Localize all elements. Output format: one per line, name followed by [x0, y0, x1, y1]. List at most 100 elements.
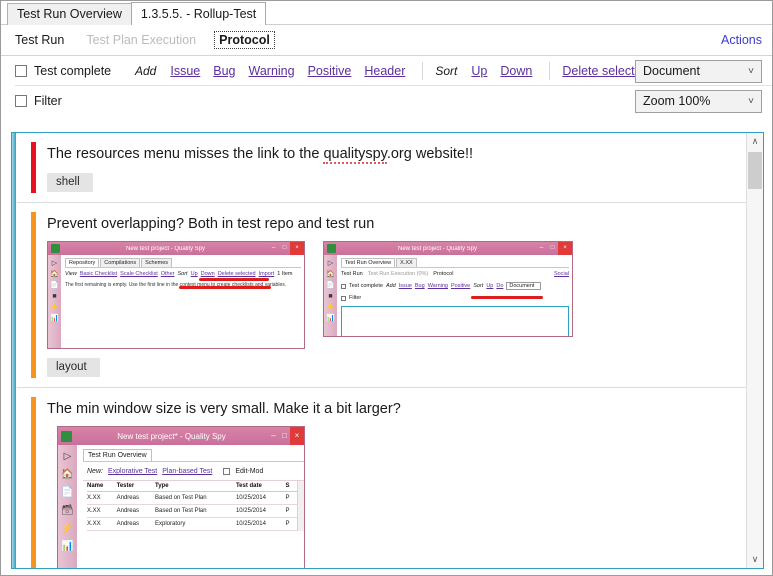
scroll-up-arrow-icon[interactable]: ∧	[747, 133, 763, 150]
column-header-tester[interactable]: Tester	[116, 481, 155, 492]
shot-add-label: Add	[385, 283, 396, 289]
minimize-icon[interactable]: –	[268, 427, 279, 445]
filter-checkbox[interactable]	[15, 95, 27, 107]
shot-view-select[interactable]: Document	[506, 282, 542, 290]
subnav-item-protocol[interactable]: Protocol	[214, 31, 275, 49]
shot-link[interactable]: Issue	[399, 283, 412, 289]
cell-test-date: 10/25/2014	[235, 491, 286, 505]
shot-tab[interactable]: Schemes	[141, 258, 173, 267]
shot-tab[interactable]: Compilations	[100, 258, 141, 267]
add-header-link[interactable]: Header	[364, 64, 405, 78]
document-vertical-scrollbar[interactable]: ∧ ∨	[746, 133, 763, 568]
shot-link[interactable]: Up	[486, 283, 493, 289]
minimize-icon[interactable]: –	[268, 242, 279, 255]
shot-link[interactable]: Plan-based Test	[162, 468, 212, 475]
entry-tag[interactable]: shell	[47, 173, 93, 192]
column-header-status[interactable]: S	[285, 481, 298, 492]
tab-rollup-test[interactable]: 1.3.5.5. - Rollup-Test	[130, 2, 267, 25]
entry-tag[interactable]: layout	[47, 358, 100, 377]
shot-checkbox[interactable]	[341, 283, 346, 289]
shot-checkbox[interactable]	[341, 295, 346, 301]
chart-icon: 📊	[50, 315, 59, 322]
shot-table-scrollbar[interactable]	[297, 481, 304, 531]
shot-main: Test Run Overview X.XX Test Run Test Run…	[337, 255, 572, 336]
scrollbar-thumb[interactable]	[748, 152, 762, 189]
close-icon[interactable]: ×	[290, 427, 304, 445]
shot-link[interactable]: Down	[201, 271, 215, 277]
shot-link[interactable]: Explorative Test	[108, 468, 157, 475]
shot-checkbox[interactable]	[223, 468, 231, 475]
shot-link[interactable]: Warning	[428, 283, 448, 289]
entry-severity-bar	[31, 397, 36, 568]
shot-link[interactable]: Bug	[415, 283, 425, 289]
maximize-icon[interactable]: □	[279, 242, 290, 255]
add-positive-link[interactable]: Positive	[308, 64, 352, 78]
subnav-item-test-run[interactable]: Test Run	[15, 33, 64, 47]
add-issue-link[interactable]: Issue	[170, 64, 200, 78]
actions-link[interactable]: Actions	[721, 33, 762, 47]
cell-status: P	[285, 504, 298, 518]
maximize-icon[interactable]: □	[279, 427, 290, 445]
add-warning-link[interactable]: Warning	[249, 64, 295, 78]
shot-window-title: New test project - Quality Spy	[397, 245, 478, 252]
shot-link[interactable]: Up	[191, 271, 198, 277]
shot-body: ▷ 🏠 📄 ■ ⚡ 📊 Repository Compilations Sche…	[48, 255, 304, 348]
close-icon[interactable]: ×	[558, 242, 572, 255]
play-icon: ▷	[63, 451, 72, 462]
tab-test-run-overview[interactable]: Test Run Overview	[7, 3, 132, 25]
screenshot-min-window[interactable]: New test project* - Quality Spy – □ × ▷ …	[57, 426, 305, 568]
shot-link[interactable]: Import	[259, 271, 275, 277]
scroll-down-arrow-icon[interactable]: ∨	[747, 551, 763, 568]
entry-severity-bar	[31, 142, 36, 193]
close-icon[interactable]: ×	[290, 242, 304, 255]
shot-link[interactable]: Other	[161, 271, 175, 277]
zoom-select[interactable]: Zoom 100% ˅	[635, 90, 762, 113]
shot-tab[interactable]: Test Run Overview	[341, 258, 396, 267]
shot-sidebar: ▷ 🏠 📄 🗃 ⚡ 📊	[58, 445, 77, 568]
entry-severity-bar	[31, 212, 36, 378]
shot-main: Test Run Overview New: Explorative Test …	[77, 445, 304, 568]
entry-screenshot-group: New test project* - Quality Spy – □ × ▷ …	[39, 419, 746, 568]
protocol-entry[interactable]: Prevent overlapping? Both in test repo a…	[17, 203, 746, 388]
sort-up-link[interactable]: Up	[471, 64, 487, 78]
shot-subnav-item[interactable]: Protocol	[433, 271, 453, 277]
table-row[interactable]: X.XX Andreas Based on Test Plan 10/25/20…	[87, 504, 298, 518]
shot-view-label: View	[65, 271, 77, 277]
view-mode-select[interactable]: Document ˅	[635, 60, 762, 83]
test-complete-checkbox-group[interactable]: Test complete	[15, 64, 135, 78]
document-icon: 📄	[50, 282, 59, 289]
maximize-icon[interactable]: □	[547, 242, 558, 255]
shot-tab[interactable]: Repository	[65, 258, 100, 267]
filter-checkbox-group[interactable]: Filter	[15, 94, 135, 108]
shot-link[interactable]: Basic Checklist	[80, 271, 117, 277]
shot-link[interactable]: Delete selected	[218, 271, 256, 277]
protocol-entry[interactable]: The min window size is very small. Make …	[17, 388, 746, 568]
test-complete-checkbox[interactable]	[15, 64, 27, 77]
shot-subnav-item[interactable]: Test Run	[341, 271, 363, 277]
add-bug-link[interactable]: Bug	[213, 64, 235, 78]
column-header-type[interactable]: Type	[154, 481, 236, 492]
sort-down-link[interactable]: Down	[500, 64, 532, 78]
minimize-icon[interactable]: –	[536, 242, 547, 255]
screenshot-protocol-window[interactable]: New test project - Quality Spy – □ × ▷ 🏠	[323, 241, 573, 337]
shot-body: ▷ 🏠 📄 ■ ⚡ 📊 Test Run Overview X.XX Test …	[324, 255, 572, 336]
shot-tab[interactable]: Test Run Overview	[83, 449, 152, 461]
shot-link[interactable]: Scale Checklist	[120, 271, 158, 277]
shot-edit-mode-label: Edit-Mod	[235, 468, 264, 475]
column-header-name[interactable]: Name	[87, 481, 117, 492]
home-icon: 🏠	[326, 271, 335, 278]
chevron-down-icon: ˅	[748, 66, 754, 77]
table-row[interactable]: X.XX Andreas Based on Test Plan 10/25/20…	[87, 491, 298, 505]
column-header-test-date[interactable]: Test date	[235, 481, 286, 492]
table-row[interactable]: X.XX Andreas Exploratory 10/25/2014 P	[87, 517, 298, 531]
protocol-entry[interactable]: The resources menu misses the link to th…	[17, 133, 746, 203]
shot-actions-link[interactable]: Social	[554, 271, 569, 277]
screenshot-repository-window[interactable]: New test project - Quality Spy – □ × ▷ 🏠	[47, 241, 305, 349]
database-icon: ■	[328, 293, 333, 300]
shot-link[interactable]: Positive	[451, 283, 470, 289]
app-icon	[327, 244, 336, 253]
shot-toolbar-row: Test complete Add Issue Bug Warning Posi…	[341, 279, 569, 292]
toolbar-divider-1	[422, 61, 424, 80]
shot-tab[interactable]: X.XX	[396, 258, 417, 267]
shot-link[interactable]: Do	[496, 283, 503, 289]
